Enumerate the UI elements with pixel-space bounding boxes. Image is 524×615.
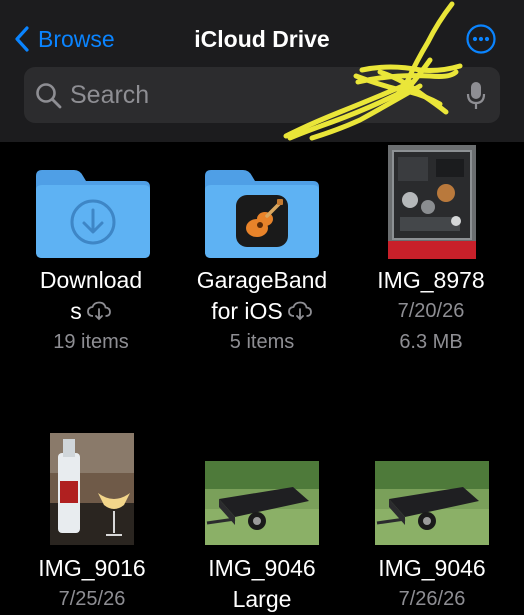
image-thumbnail[interactable] bbox=[50, 433, 134, 545]
page-title: iCloud Drive bbox=[194, 26, 330, 52]
item-name: GarageBand bbox=[196, 267, 328, 293]
item-count: 19 items bbox=[53, 331, 129, 353]
item-name: IMG_8978 bbox=[377, 267, 485, 293]
item-name-line2: for iOS bbox=[177, 296, 347, 327]
folder-icon[interactable] bbox=[205, 168, 319, 258]
file-item-img-8978[interactable]: IMG_8978 7/20/26 6.3 MB bbox=[346, 265, 516, 358]
item-date: 7/20/26 bbox=[397, 300, 465, 322]
search-icon bbox=[36, 83, 62, 109]
item-name: Download bbox=[39, 267, 143, 293]
folder-item-downloads[interactable]: Download s 19 items bbox=[6, 265, 176, 358]
item-name-line2: s bbox=[6, 296, 176, 327]
file-item-img-9016[interactable]: IMG_9016 7/25/26 bbox=[7, 553, 177, 615]
item-name: IMG_9046 bbox=[378, 555, 486, 581]
item-count: 5 items bbox=[229, 331, 295, 353]
cloud-download-icon bbox=[287, 301, 312, 321]
cloud-download-icon bbox=[86, 301, 111, 321]
item-name: IMG_9016 bbox=[38, 555, 146, 581]
search-field[interactable]: Search bbox=[24, 67, 500, 123]
garageband-icon bbox=[236, 195, 288, 247]
microphone-icon[interactable] bbox=[466, 81, 486, 111]
folder-item-garageband[interactable]: GarageBand for iOS 5 items bbox=[177, 265, 347, 358]
search-placeholder: Search bbox=[70, 81, 150, 109]
image-thumbnail[interactable] bbox=[388, 145, 476, 259]
file-item-img-9046[interactable]: IMG_9046 7/26/26 bbox=[347, 553, 517, 615]
folder-icon[interactable] bbox=[36, 168, 150, 258]
image-thumbnail[interactable] bbox=[375, 461, 489, 545]
item-size: 6.3 MB bbox=[399, 331, 463, 353]
more-options-icon[interactable] bbox=[466, 24, 496, 54]
item-name: IMG_9046 bbox=[208, 555, 316, 581]
navigation-header: Browse iCloud Drive Search bbox=[0, 0, 524, 142]
file-item-img-9046-large[interactable]: IMG_9046 Large bbox=[177, 553, 347, 615]
image-thumbnail[interactable] bbox=[205, 461, 319, 545]
